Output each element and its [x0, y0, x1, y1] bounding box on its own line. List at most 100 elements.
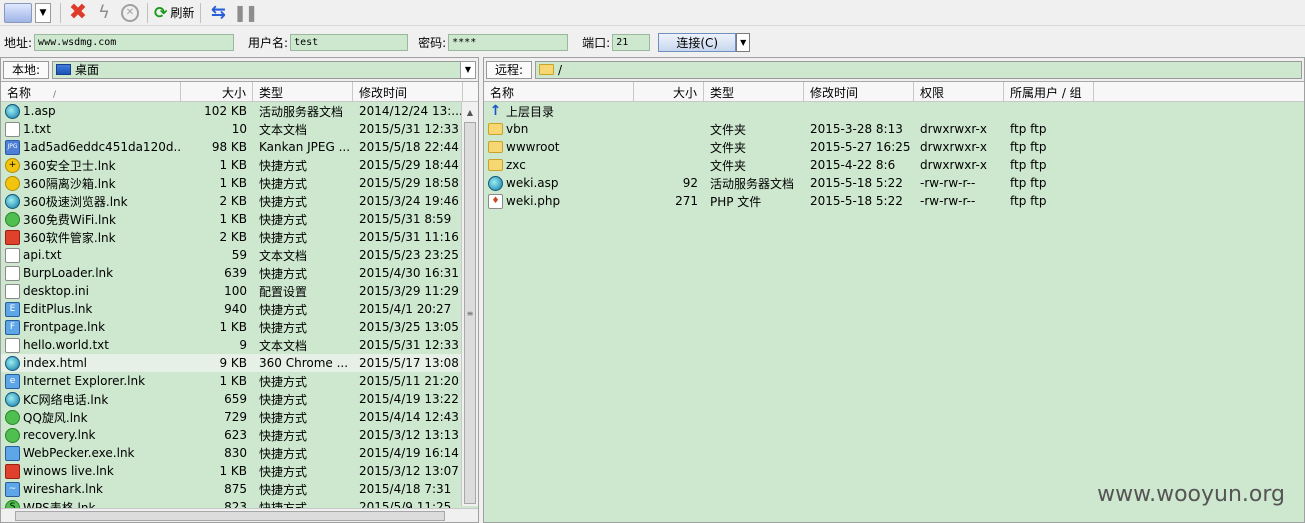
scroll-thumb[interactable]: ≡ [464, 122, 476, 504]
table-row[interactable]: recovery.lnk 623 快捷方式 2015/3/12 13:13 [1, 426, 478, 444]
column-header-3[interactable]: 修改时间 [353, 82, 463, 101]
column-header-5[interactable]: 所属用户 / 组 [1004, 82, 1094, 101]
chevron-down-icon[interactable]: ▼ [460, 61, 475, 78]
file-modified: 2015/5/17 13:08 [359, 356, 459, 370]
table-row[interactable]: desktop.ini 100 配置设置 2015/3/29 11:29 [1, 282, 478, 300]
kc-phone-icon [5, 391, 20, 407]
local-pathbar: 本地: 桌面 ▼ [1, 58, 478, 82]
pause-button[interactable]: ❚❚ [233, 2, 258, 24]
connect-button[interactable]: 连接(C) [658, 32, 737, 52]
file-modified: 2015/5/29 18:44 [359, 158, 459, 172]
file-size: 1 KB [219, 320, 247, 334]
file-type: 快捷方式 [259, 320, 308, 335]
table-row[interactable]: weki.asp 92 活动服务器文档 2015-5-18 5:22 -rw-rw-r-… [484, 174, 1304, 192]
file-name: wireshark.lnk [23, 482, 103, 496]
column-header-4[interactable]: 权限 [914, 82, 1004, 101]
local-vertical-scrollbar[interactable]: ▲ ≡ [461, 102, 478, 506]
address-label: 地址: [4, 35, 33, 50]
table-row[interactable]: e Internet Explorer.lnk 1 KB 快捷方式 2015/5/11 … [1, 372, 478, 390]
column-header-1[interactable]: 大小 [181, 82, 253, 101]
file-name: zxc [506, 158, 526, 172]
file-type: 快捷方式 [259, 266, 308, 281]
scroll-thumb[interactable] [15, 511, 445, 521]
table-row[interactable]: hello.world.txt 9 文本文档 2015/5/31 12:33 [1, 336, 478, 354]
table-row[interactable]: +360安全卫士.lnk 1 KB 快捷方式 2015/5/29 18:44 [1, 156, 478, 174]
site-manager-dropdown[interactable]: ▼ [32, 2, 54, 24]
scroll-up-icon[interactable]: ▲ [462, 104, 478, 120]
file-name-cell: vbn [484, 122, 634, 136]
table-row[interactable]: F Frontpage.lnk 1 KB 快捷方式 2015/3/25 13:05 [1, 318, 478, 336]
file-name: index.html [23, 356, 87, 370]
table-row[interactable]: QQ旋风.lnk 729 快捷方式 2015/4/14 12:43 [1, 408, 478, 426]
file-type: 活动服务器文档 [710, 176, 795, 191]
connect-dropdown[interactable]: ▼ [736, 32, 751, 52]
table-row[interactable]: wwwroot 文件夹 2015-5-27 16:25 drwxrwxr-x ftp f… [484, 138, 1304, 156]
file-size: 9 KB [219, 356, 247, 370]
file-size: 10 [231, 122, 247, 136]
remote-tag[interactable]: 远程: [486, 60, 533, 79]
table-row[interactable]: WebPecker.exe.lnk 830 快捷方式 2015/4/19 16:14 [1, 444, 478, 462]
refresh-button[interactable]: ⟳ 刷新 [154, 2, 194, 24]
address-input[interactable]: www.wsdmg.com [34, 33, 235, 51]
table-row[interactable]: ↑ 上层目录 [484, 102, 1304, 120]
file-size: 659 [224, 392, 247, 406]
table-row[interactable]: 360隔离沙箱.lnk 1 KB 快捷方式 2015/5/29 18:58 [1, 174, 478, 192]
table-row[interactable]: 360极速浏览器.lnk 2 KB 快捷方式 2015/3/24 19:46 [1, 192, 478, 210]
file-size: 102 KB [204, 104, 247, 118]
file-name-cell: E EditPlus.lnk [1, 301, 181, 317]
username-input[interactable]: test [290, 33, 409, 51]
local-path-select[interactable]: 桌面 ▼ [52, 60, 476, 79]
table-row[interactable]: 360免费WiFi.lnk 1 KB 快捷方式 2015/5/31 8:59 [1, 210, 478, 228]
table-row[interactable]: E EditPlus.lnk 940 快捷方式 2015/4/1 20:27 [1, 300, 478, 318]
column-header-1[interactable]: 大小 [634, 82, 704, 101]
table-row[interactable]: api.txt 59 文本文档 2015/5/23 23:25 [1, 246, 478, 264]
file-size: 2 KB [219, 194, 247, 208]
table-row[interactable]: winows live.lnk 1 KB 快捷方式 2015/3/12 13:07 [1, 462, 478, 480]
file-name-cell: F Frontpage.lnk [1, 319, 181, 335]
file-name: weki.php [506, 194, 561, 208]
file-type: 活动服务器文档 [259, 104, 344, 119]
table-row[interactable]: 1.txt 10 文本文档 2015/5/31 12:33 [1, 120, 478, 138]
table-row[interactable]: KC网络电话.lnk 659 快捷方式 2015/4/19 13:22 [1, 390, 478, 408]
table-row[interactable]: BurpLoader.lnk 639 快捷方式 2015/4/30 16:31 [1, 264, 478, 282]
table-row[interactable]: 1.asp 102 KB 活动服务器文档 2014/12/24 13:... [1, 102, 478, 120]
stop-button[interactable]: ✕ [119, 2, 141, 24]
table-row[interactable]: index.html 9 KB 360 Chrome ... 2015/5/17 13… [1, 354, 478, 372]
column-header-0[interactable]: 名称 / [1, 82, 181, 101]
refresh-label: 刷新 [170, 6, 195, 20]
file-modified: 2015-4-22 8:6 [810, 158, 896, 172]
file-name: weki.asp [506, 176, 559, 190]
table-row[interactable]: vbn 文件夹 2015-3-28 8:13 drwxrwxr-x ftp ftp [484, 120, 1304, 138]
file-modified: 2015/3/12 13:07 [359, 464, 459, 478]
file-type: PHP 文件 [710, 194, 762, 209]
file-size: 2 KB [219, 230, 247, 244]
file-size: 98 KB [211, 140, 247, 154]
file-name: 1ad5ad6eddc451da120d... [23, 140, 181, 154]
site-manager-button[interactable] [4, 2, 32, 24]
table-row[interactable]: ~ wireshark.lnk 875 快捷方式 2015/4/18 7:31 [1, 480, 478, 498]
column-header-0[interactable]: 名称 [484, 82, 634, 101]
column-header-2[interactable]: 类型 [253, 82, 353, 101]
table-row[interactable]: zxc 文件夹 2015-4-22 8:6 drwxrwxr-x ftp ftp [484, 156, 1304, 174]
remote-path-box[interactable]: / [535, 60, 1302, 79]
port-input[interactable]: 21 [612, 33, 651, 51]
disconnect-button[interactable]: ✖ [67, 1, 89, 24]
transfer-button[interactable]: ⇆ [207, 2, 229, 24]
file-size: 639 [224, 266, 247, 280]
file-size: 623 [224, 428, 247, 442]
file-size: 1 KB [219, 212, 247, 226]
asp-file-icon [5, 103, 20, 119]
password-input[interactable]: **** [448, 33, 569, 51]
file-name: EditPlus.lnk [23, 302, 93, 316]
table-row[interactable]: JPG 1ad5ad6eddc451da120d... 98 KB Kankan JP… [1, 138, 478, 156]
table-row[interactable]: 360软件管家.lnk 2 KB 快捷方式 2015/5/31 11:16 [1, 228, 478, 246]
local-horizontal-scrollbar[interactable] [1, 508, 478, 522]
local-tag[interactable]: 本地: [3, 60, 50, 79]
quick-connect-button[interactable]: ϟ [93, 2, 115, 24]
file-name: 上层目录 [506, 104, 555, 119]
column-header-3[interactable]: 修改时间 [804, 82, 914, 101]
file-name-cell: recovery.lnk [1, 427, 181, 443]
column-header-2[interactable]: 类型 [704, 82, 804, 101]
file-name: QQ旋风.lnk [23, 410, 88, 425]
table-row[interactable]: ♦ weki.php 271 PHP 文件 2015-5-18 5:22 -rw-rw-r… [484, 192, 1304, 210]
